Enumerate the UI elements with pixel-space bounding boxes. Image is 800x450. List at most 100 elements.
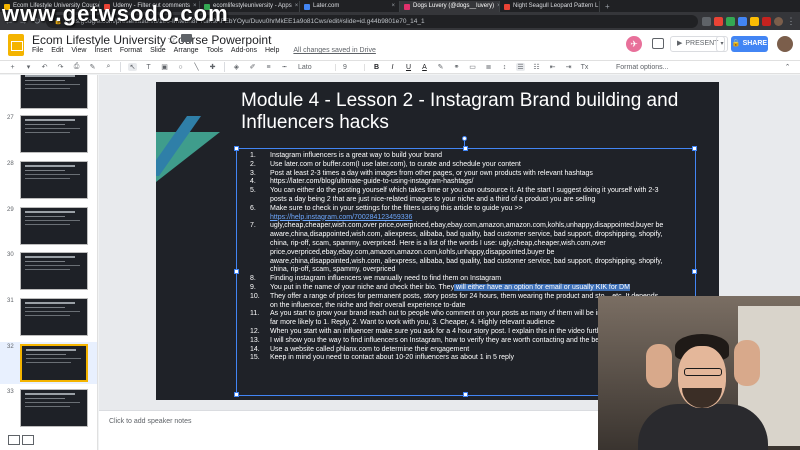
extension-icon[interactable] <box>714 16 723 26</box>
italic-button[interactable]: I <box>388 64 397 71</box>
menu-item-help[interactable]: Help <box>265 47 279 54</box>
extension-icon[interactable] <box>738 16 747 26</box>
slide-thumbnail-row[interactable]: 33 <box>0 387 97 429</box>
decrease-indent-icon[interactable]: ⇤ <box>548 63 557 71</box>
browser-tab[interactable]: ecomlifestyleuniversity - Apps × <box>200 1 300 12</box>
slide-thumbnail-row[interactable]: 28 <box>0 159 97 201</box>
redo-icon[interactable]: ↷ <box>56 63 65 71</box>
undo-icon[interactable]: ↶ <box>40 63 49 71</box>
close-tab-icon[interactable]: × <box>295 1 299 12</box>
browser-tab[interactable]: Night Seagull Leopard Pattern L× <box>500 1 600 12</box>
slides-logo-icon[interactable] <box>8 34 24 56</box>
back-icon[interactable]: ← <box>4 16 14 26</box>
menu-item-file[interactable]: File <box>32 47 43 54</box>
paint-format-icon[interactable]: ✎ <box>88 63 97 71</box>
present-dropdown[interactable]: ▾ <box>716 36 728 52</box>
slide-title[interactable]: Module 4 - Lesson 2 - Instagram Brand bu… <box>241 90 701 134</box>
line-icon[interactable]: ╲ <box>192 63 201 71</box>
star-bookmark-icon[interactable] <box>702 16 711 26</box>
hyperlink[interactable]: https://help.instagram.com/7002841234593… <box>270 214 412 221</box>
clear-format-icon[interactable]: Tx <box>580 64 589 71</box>
selected-text[interactable]: will either have an option for email or … <box>454 283 630 291</box>
resize-handle[interactable] <box>692 269 697 274</box>
resize-handle[interactable] <box>234 146 239 151</box>
menu-kebab-icon[interactable]: ⋮ <box>786 16 796 27</box>
numbered-list-icon[interactable]: ☰ <box>516 63 525 71</box>
close-tab-icon[interactable]: × <box>391 1 395 12</box>
menu-item-add-ons[interactable]: Add-ons <box>231 47 257 54</box>
extension-icon[interactable] <box>762 16 771 26</box>
address-bar[interactable]: 🔒 docs.google.com/presentation/d/1eo-Imte… <box>46 14 698 28</box>
bold-button[interactable]: B <box>372 64 381 71</box>
border-weight-icon[interactable]: ≡ <box>264 64 273 71</box>
addon-badge-icon[interactable]: ✈ <box>626 36 642 52</box>
slide-thumbnail[interactable] <box>20 161 88 199</box>
slide-thumbnail-row[interactable]: 29 <box>0 205 97 247</box>
browser-tab[interactable]: Udemy - Filter out comments × <box>100 1 200 12</box>
add-comment-icon[interactable]: ▭ <box>468 63 477 71</box>
browser-tab[interactable]: Ecom Lifestyle University Course P× <box>0 1 100 12</box>
select-cursor-icon[interactable]: ↖ <box>128 63 137 71</box>
rotate-handle[interactable] <box>462 136 467 141</box>
slide-thumbnail[interactable] <box>20 252 88 290</box>
bulleted-list-icon[interactable]: ☷ <box>532 63 541 71</box>
close-tab-icon[interactable]: × <box>193 1 197 12</box>
slide-thumbnail[interactable] <box>20 344 88 382</box>
slide-thumbnail[interactable] <box>20 75 88 109</box>
slide-thumbnail-row[interactable]: 30 <box>0 250 97 292</box>
slide-thumbnail-row[interactable] <box>0 75 97 111</box>
save-status[interactable]: All changes saved in Drive <box>293 47 376 54</box>
format-options-button[interactable]: Format options... <box>616 64 669 71</box>
zoom-icon[interactable]: ⌕ <box>104 63 113 71</box>
text-box-icon[interactable]: T <box>144 64 153 71</box>
collapse-icon[interactable]: ⌃ <box>783 63 792 71</box>
menu-item-view[interactable]: View <box>71 47 86 54</box>
avatar[interactable] <box>777 36 793 52</box>
text-color-button[interactable]: A <box>420 64 429 71</box>
folder-icon[interactable] <box>181 34 192 42</box>
menu-item-arrange[interactable]: Arrange <box>174 47 199 54</box>
link-icon[interactable]: ⚭ <box>452 63 461 71</box>
document-title[interactable]: Ecom Lifestyle University Course Powerpo… <box>32 33 271 47</box>
resize-handle[interactable] <box>234 392 239 397</box>
line-spacing-icon[interactable]: ↕ <box>500 64 509 71</box>
extension-icon[interactable] <box>726 16 735 26</box>
print-icon[interactable]: ⎙ <box>72 63 81 71</box>
slide-thumbnail[interactable] <box>20 389 88 427</box>
resize-handle[interactable] <box>692 146 697 151</box>
extension-icon[interactable] <box>750 16 759 26</box>
slide-thumbnail-row[interactable]: 32 <box>0 342 97 384</box>
resize-handle[interactable] <box>463 146 468 151</box>
comment-add-icon[interactable]: ✚ <box>208 63 217 71</box>
resize-handle[interactable] <box>463 392 468 397</box>
font-select[interactable]: Lato <box>296 63 336 71</box>
fill-color-icon[interactable]: ◈ <box>232 63 241 71</box>
grid-view-icon[interactable] <box>8 435 20 445</box>
menu-item-tools[interactable]: Tools <box>207 47 223 54</box>
menu-item-insert[interactable]: Insert <box>94 47 112 54</box>
menu-item-edit[interactable]: Edit <box>51 47 63 54</box>
align-icon[interactable]: ≣ <box>484 63 493 71</box>
dropdown-icon[interactable]: ▾ <box>24 63 33 71</box>
comment-icon[interactable] <box>652 38 664 49</box>
slide-thumbnail[interactable] <box>20 298 88 336</box>
font-size-select[interactable]: 9 <box>343 63 365 71</box>
shape-icon[interactable]: ○ <box>176 64 185 71</box>
increase-indent-icon[interactable]: ⇥ <box>564 63 573 71</box>
new-slide-icon[interactable]: + <box>8 64 17 71</box>
highlight-icon[interactable]: ✎ <box>436 63 445 71</box>
filmstrip-view-icon[interactable] <box>22 435 34 445</box>
browser-tab[interactable]: Dogs Luvery (@dogs__luvery)× <box>400 1 500 12</box>
slide-thumbnail[interactable] <box>20 115 88 153</box>
profile-icon[interactable] <box>774 16 783 26</box>
star-icon[interactable]: ☆ <box>167 33 177 46</box>
image-icon[interactable]: ▣ <box>160 63 169 71</box>
menu-item-format[interactable]: Format <box>120 47 142 54</box>
share-button[interactable]: 🔒 SHARE <box>731 36 768 52</box>
slide-thumbnail[interactable] <box>20 207 88 245</box>
reload-icon[interactable]: ↻ <box>32 16 42 27</box>
slide-thumbnail-row[interactable]: 27 <box>0 113 97 155</box>
underline-button[interactable]: U <box>404 64 413 71</box>
border-dash-icon[interactable]: ┅ <box>280 63 289 71</box>
slide-thumbnail-row[interactable]: 31 <box>0 296 97 338</box>
